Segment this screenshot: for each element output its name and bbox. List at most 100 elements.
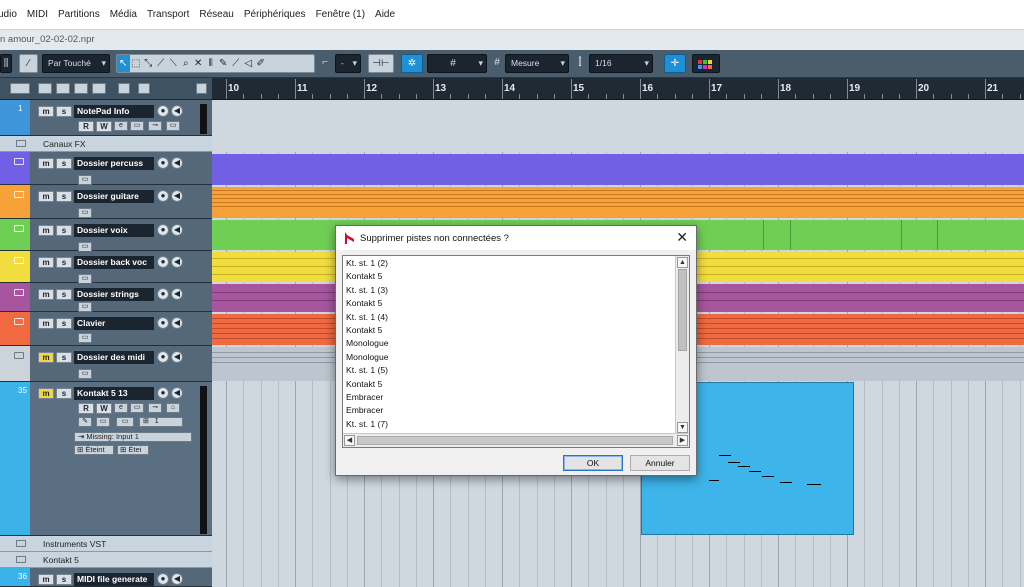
track-name[interactable]: Dossier back voc <box>74 256 154 269</box>
list-item[interactable]: Kt. st. 1 (4) <box>346 311 676 324</box>
cross-snap-toggle[interactable]: ✛ <box>664 54 686 73</box>
write-all-icon[interactable] <box>92 83 106 94</box>
grid-select[interactable]: # <box>427 54 487 73</box>
split-tool-icon[interactable]: ⤡ <box>142 55 155 72</box>
track-percussion-folder[interactable]: m s Dossier percuss ● ◀ ▭ <box>0 152 212 185</box>
track-guitar-folder[interactable]: m s Dossier guitare ● ◀ ▭ <box>0 185 212 219</box>
color-palette-button[interactable] <box>692 54 720 73</box>
track-name[interactable]: NotePad Info <box>74 105 154 118</box>
track-keys-folder[interactable]: m s Clavier ● ◀ ▭ <box>0 312 212 346</box>
group-fx-channels[interactable]: Canaux FX <box>0 136 212 152</box>
folder-sub-icon[interactable]: ▭ <box>78 302 92 312</box>
solo-button[interactable]: s <box>56 225 72 236</box>
cancel-button[interactable]: Annuler <box>630 455 690 471</box>
track-kontakt-13[interactable]: 35 m s Kontakt 5 13 ● ◀ R W e ▭ ⊸ ⌂ ✎ ▭ … <box>0 382 212 536</box>
record-icon[interactable]: ● <box>157 224 169 236</box>
track-strings-folder[interactable]: m s Dossier strings ● ◀ ▭ <box>0 283 212 312</box>
record-icon[interactable]: ● <box>157 387 169 399</box>
record-icon[interactable]: ● <box>157 157 169 169</box>
snap-select[interactable]: - <box>335 54 361 73</box>
track-name[interactable]: Dossier voix <box>74 224 154 237</box>
track-name[interactable]: Dossier strings <box>74 288 154 301</box>
track-name[interactable]: Dossier guitare <box>74 190 154 203</box>
track-list-box[interactable]: Kt. st. 1 (2) Kontakt 5 Kt. st. 1 (3) Konta… <box>342 255 690 448</box>
track-midi-file-generate[interactable]: 36 m s MIDI file generate ● ◀ <box>0 568 212 587</box>
vertical-scrollbar[interactable]: ▲ ▼ <box>675 256 689 434</box>
time-ruler[interactable]: 10 11 12 13 14 15 16 17 18 19 20 21 <box>212 78 1024 100</box>
list-item[interactable]: Monologue <box>346 337 676 350</box>
play-tool-icon[interactable]: ◁ <box>242 55 255 72</box>
zoom-tool-icon[interactable]: ⌕ <box>180 55 193 72</box>
menu-window[interactable]: Fenêtre (1) <box>316 9 365 20</box>
mute-all-icon[interactable] <box>38 83 52 94</box>
track-name[interactable]: Dossier percuss <box>74 157 154 170</box>
mute-button[interactable]: m <box>38 158 54 169</box>
scroll-up-icon[interactable]: ▲ <box>677 257 688 268</box>
folder-sub-icon[interactable]: ▭ <box>78 175 92 185</box>
record-icon[interactable]: ● <box>157 105 169 117</box>
mute-button[interactable]: m <box>38 318 54 329</box>
group-vst-instruments[interactable]: Instruments VST <box>0 536 212 552</box>
read-all-icon[interactable] <box>74 83 88 94</box>
record-icon[interactable]: ● <box>157 256 169 268</box>
monitor-icon[interactable]: ◀ <box>171 387 183 399</box>
record-icon[interactable]: ● <box>157 288 169 300</box>
output-routing-1[interactable]: ⊞ Éteint <box>74 445 114 455</box>
write-button[interactable]: W <box>96 121 112 132</box>
track-name[interactable]: Dossier des midi <box>74 351 154 364</box>
folder-sub-icon[interactable]: ▭ <box>78 208 92 218</box>
toolbar-sep-icon[interactable]: ⫼ <box>0 54 12 73</box>
solo-button[interactable]: s <box>56 158 72 169</box>
freeze-icon[interactable]: ⊸ <box>148 121 162 131</box>
range-tool-icon[interactable]: ⬚ <box>130 55 143 72</box>
scroll-down-icon[interactable]: ▼ <box>677 422 688 433</box>
snap-mode-button[interactable]: ⊣⊢ <box>368 54 394 73</box>
expand-icon[interactable] <box>118 83 130 94</box>
solo-button[interactable]: s <box>56 191 72 202</box>
menu-audio[interactable]: udio <box>0 9 17 20</box>
track-voice-folder[interactable]: m s Dossier voix ● ◀ ▭ <box>0 219 212 252</box>
part-guitar[interactable] <box>212 187 1024 218</box>
folder-sub-icon[interactable]: ▭ <box>96 417 110 427</box>
mute-button[interactable]: m <box>38 289 54 300</box>
monitor-icon[interactable]: ◀ <box>171 190 183 202</box>
list-item[interactable]: Kt. st. 1 (3) <box>346 284 676 297</box>
track-notepad[interactable]: 1 m s NotePad Info ● ◀ R W e ▭ ⊸ ▭ <box>0 100 212 136</box>
list-item[interactable]: Kontakt 5 <box>346 297 676 310</box>
quantize-select[interactable]: 1/16 <box>589 54 653 73</box>
edit-icon[interactable]: e <box>114 403 128 413</box>
color-tool-icon[interactable]: ✐ <box>255 55 268 72</box>
list-item[interactable]: Kontakt 5 <box>346 270 676 283</box>
close-icon[interactable]: ✕ <box>676 229 688 246</box>
snap-toggle[interactable]: ✲ <box>401 54 423 73</box>
pencil-icon[interactable]: ✎ <box>78 417 92 427</box>
mute-button[interactable]: m <box>38 225 54 236</box>
monitor-icon[interactable]: ◀ <box>171 256 183 268</box>
edit-icon[interactable]: e <box>114 121 128 131</box>
track-name[interactable]: Clavier <box>74 317 154 330</box>
folder-sub-icon[interactable]: ▭ <box>166 121 180 131</box>
track-name[interactable]: MIDI file generate <box>74 573 154 586</box>
horizontal-scroll-thumb[interactable] <box>357 436 673 445</box>
folder-sub-icon[interactable]: ▭ <box>78 333 92 343</box>
snap-icon[interactable]: ⌐ <box>318 54 332 73</box>
record-icon[interactable]: ● <box>157 573 169 585</box>
ok-button[interactable]: OK <box>563 455 623 471</box>
pointer-tool-icon[interactable]: ↖ <box>117 55 130 72</box>
monitor-icon[interactable]: ◀ <box>171 573 183 585</box>
vertical-scroll-thumb[interactable] <box>678 269 687 351</box>
instrument-icon[interactable]: ⌂ <box>166 403 180 413</box>
part-percussion[interactable] <box>212 154 1024 185</box>
read-button[interactable]: R <box>78 403 94 414</box>
monitor-icon[interactable]: ◀ <box>171 351 183 363</box>
menu-scores[interactable]: Partitions <box>58 9 100 20</box>
timewarp-tool-icon[interactable]: ⦀ <box>205 55 218 72</box>
keyboard-icon[interactable]: ▭ <box>116 417 134 427</box>
monitor-icon[interactable]: ◀ <box>171 157 183 169</box>
solo-button[interactable]: s <box>56 106 72 117</box>
collapse-icon[interactable] <box>196 83 207 94</box>
list-item[interactable]: Kt. st. 1 (7) <box>346 418 676 431</box>
scroll-right-icon[interactable]: ▶ <box>677 435 688 446</box>
horizontal-scrollbar[interactable]: ◀ ▶ <box>343 433 689 447</box>
record-icon[interactable]: ● <box>157 351 169 363</box>
